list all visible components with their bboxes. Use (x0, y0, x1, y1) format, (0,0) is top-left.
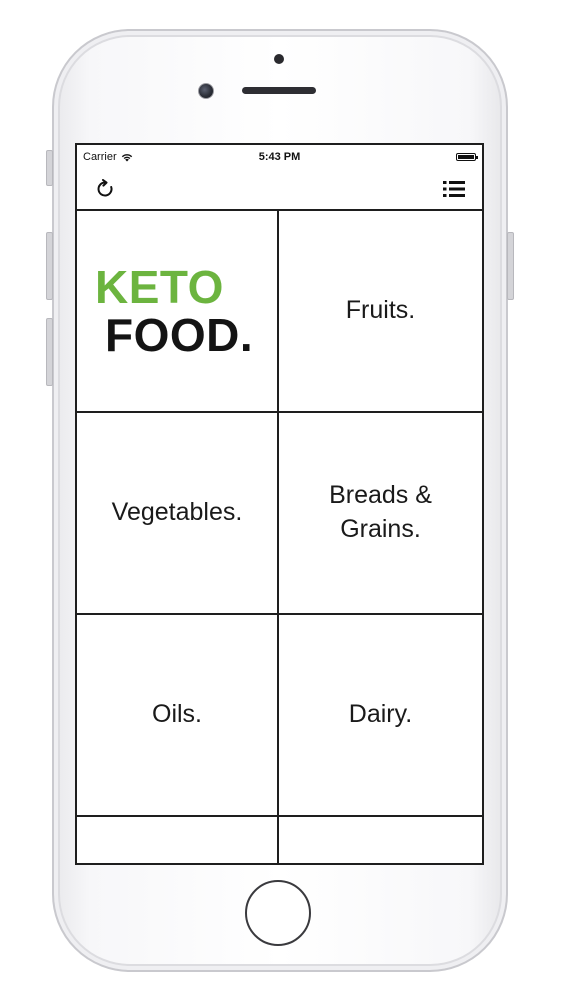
grid-cell-partial[interactable] (77, 817, 279, 863)
navigation-bar (77, 167, 482, 211)
category-oils[interactable]: Oils. (77, 615, 279, 817)
front-camera (198, 83, 214, 99)
category-label: Vegetables. (111, 498, 243, 527)
menu-list-button[interactable] (440, 175, 468, 203)
battery-icon (456, 153, 478, 161)
category-grid: KETO FOOD. Fruits. Vegetables. Breads & … (77, 211, 482, 863)
volume-down-button (46, 318, 53, 386)
logo-food-text: FOOD. (105, 309, 254, 361)
category-dairy[interactable]: Dairy. (279, 615, 482, 817)
status-time: 5:43 PM (258, 151, 301, 163)
category-breads-grains[interactable]: Breads & Grains. (279, 413, 482, 615)
category-label: Oils. (152, 700, 202, 729)
status-bar: Carrier 5:43 PM (77, 145, 482, 167)
stage: Carrier 5:43 PM KETO FOOD. Fruits. Veget… (0, 0, 563, 1000)
mute-switch (46, 150, 53, 186)
category-vegetables[interactable]: Vegetables. (77, 413, 279, 615)
keto-food-logo-cell[interactable]: KETO FOOD. (77, 211, 279, 413)
app-screen: Carrier 5:43 PM KETO FOOD. Fruits. Veget… (75, 143, 484, 865)
list-icon (443, 181, 465, 197)
category-label: Fruits. (345, 296, 416, 325)
proximity-sensor (274, 54, 284, 64)
category-label: Breads & Grains. (329, 481, 432, 543)
power-button (507, 232, 514, 300)
earpiece-speaker (242, 87, 316, 94)
category-label: Dairy. (348, 700, 413, 729)
volume-up-button (46, 232, 53, 300)
refresh-icon (97, 179, 113, 197)
refresh-button[interactable] (91, 175, 119, 203)
home-button[interactable] (245, 880, 311, 946)
grid-cell-partial[interactable] (279, 817, 482, 863)
logo-keto-text: KETO (95, 260, 224, 313)
category-fruits[interactable]: Fruits. (279, 211, 482, 413)
